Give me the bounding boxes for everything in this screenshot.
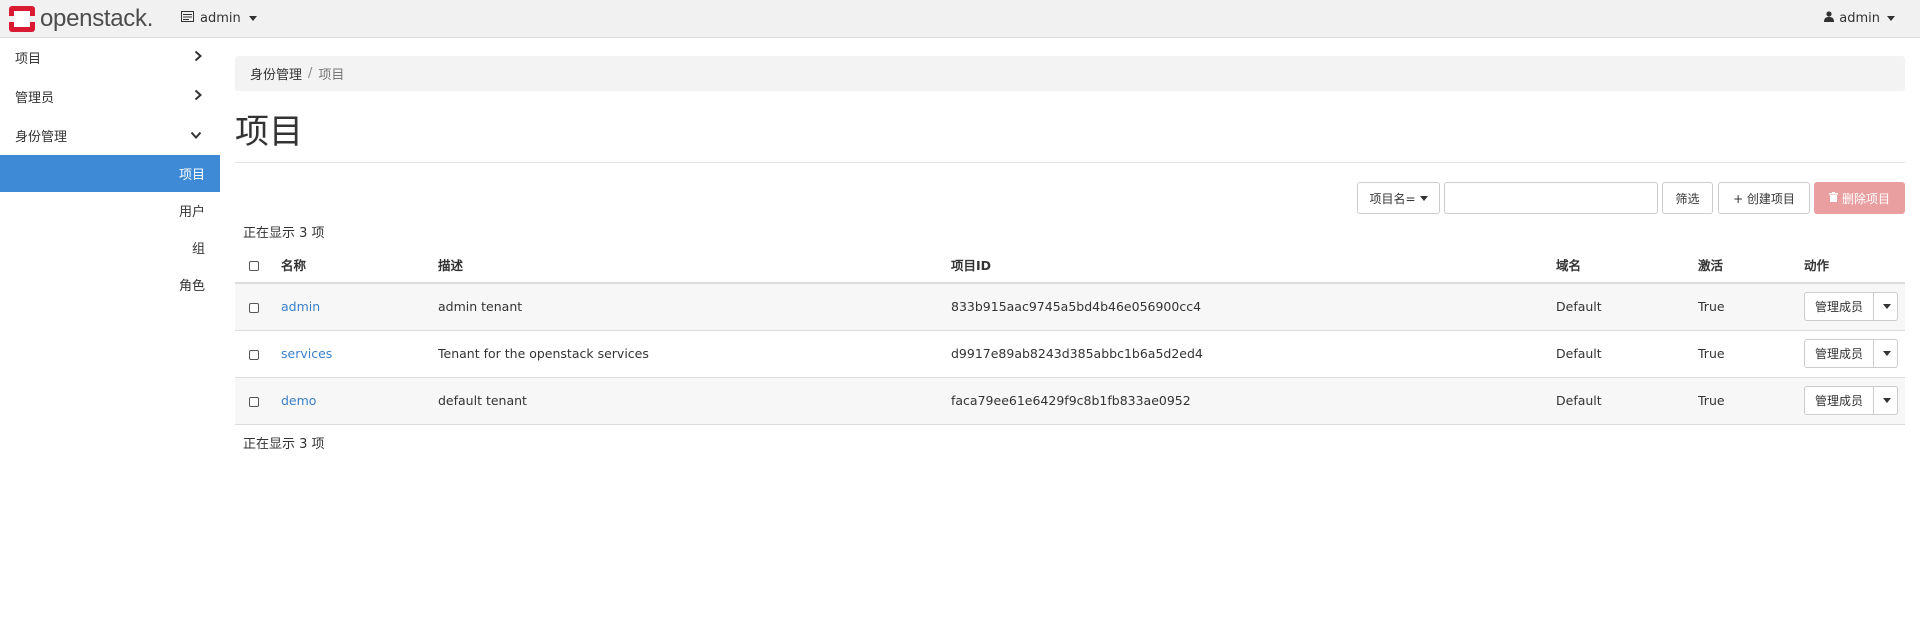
sidebar-item-label: 管理员: [15, 91, 55, 106]
trash-icon: [1828, 191, 1838, 205]
breadcrumb-separator: /: [308, 66, 313, 81]
table-row: admin admin tenant 833b915aac9745a5bd4b4…: [235, 283, 1905, 331]
sidebar-item-admin[interactable]: 管理员: [0, 77, 220, 116]
filter-input[interactable]: [1444, 182, 1658, 214]
chevron-down-icon: [190, 128, 202, 143]
user-menu-label: admin: [1839, 11, 1880, 26]
logo-text: openstack.: [40, 5, 154, 32]
manage-members-button[interactable]: 管理成员: [1804, 339, 1874, 368]
sidebar-subitem-projects[interactable]: 项目: [0, 155, 220, 192]
row-checkbox[interactable]: [249, 396, 259, 407]
header-actions: 动作: [1804, 247, 1905, 284]
openstack-logo[interactable]: openstack.: [9, 5, 154, 32]
chevron-down-icon: [1882, 351, 1891, 356]
sidebar-item-identity[interactable]: 身份管理: [0, 116, 220, 155]
chevron-down-icon: [248, 16, 257, 21]
table-row: services Tenant for the openstack servic…: [235, 330, 1905, 378]
header-project-id[interactable]: 项目ID: [951, 247, 1556, 284]
select-all-checkbox[interactable]: [249, 260, 259, 271]
page-title: 项目: [235, 112, 303, 152]
user-menu[interactable]: admin: [1824, 11, 1895, 26]
project-name-link[interactable]: services: [281, 346, 332, 361]
chevron-right-icon: [194, 50, 202, 66]
project-enabled: True: [1698, 283, 1804, 331]
item-count-top: 正在显示 3 项: [243, 226, 325, 241]
row-checkbox[interactable]: [249, 349, 259, 360]
user-icon: [1824, 11, 1835, 26]
project-selector[interactable]: admin: [181, 11, 257, 26]
project-enabled: True: [1698, 377, 1804, 425]
top-navbar: openstack. admin admin: [0, 0, 1920, 38]
table-header-row: 名称 描述 项目ID 域名 激活 动作: [235, 247, 1905, 284]
project-description: admin tenant: [438, 283, 951, 331]
delete-project-button[interactable]: 删除项目: [1814, 182, 1905, 214]
project-domain: Default: [1556, 377, 1698, 425]
row-actions: 管理成员: [1804, 339, 1905, 368]
projects-table: 名称 描述 项目ID 域名 激活 动作 admin admin tenant 8…: [235, 247, 1905, 425]
project-description: Tenant for the openstack services: [438, 330, 951, 378]
breadcrumb: 身份管理 / 项目: [235, 56, 1905, 91]
project-card-icon: [181, 11, 194, 26]
project-domain: Default: [1556, 330, 1698, 378]
project-name-link[interactable]: demo: [281, 393, 316, 408]
chevron-down-icon: [1419, 195, 1428, 201]
chevron-down-icon: [1887, 16, 1895, 21]
sidebar-subitem-roles[interactable]: 角色: [0, 266, 220, 303]
sidebar-subitem-users[interactable]: 用户: [0, 192, 220, 229]
chevron-down-icon: [1882, 304, 1891, 310]
sidebar: 项目 管理员 身份管理 项目 用户 组 角色: [0, 38, 220, 303]
chevron-right-icon: [194, 89, 202, 105]
sidebar-subitem-groups[interactable]: 组: [0, 229, 220, 266]
openstack-logo-icon: [9, 6, 35, 32]
row-actions-dropdown[interactable]: [1874, 339, 1898, 368]
breadcrumb-current: 项目: [318, 68, 345, 83]
header-domain[interactable]: 域名: [1556, 247, 1698, 284]
delete-project-label: 删除项目: [1841, 191, 1890, 206]
project-id: faca79ee61e6429f9c8b1fb833ae0952: [951, 377, 1556, 425]
create-project-button[interactable]: + 创建项目: [1718, 182, 1810, 214]
manage-members-button[interactable]: 管理成员: [1804, 386, 1874, 415]
sidebar-item-label: 身份管理: [15, 130, 68, 145]
project-id: d9917e89ab8243d385abbc1b6a5d2ed4: [951, 330, 1556, 378]
title-divider: [235, 162, 1905, 163]
header-enabled[interactable]: 激活: [1698, 247, 1804, 284]
project-description: default tenant: [438, 377, 951, 425]
row-actions: 管理成员: [1804, 386, 1905, 415]
filter-field-label: 项目名=: [1369, 191, 1416, 206]
sidebar-item-label: 项目: [15, 52, 42, 67]
breadcrumb-parent[interactable]: 身份管理: [250, 64, 302, 83]
row-actions-dropdown[interactable]: [1874, 292, 1898, 322]
table-row: demo default tenant faca79ee61e6429f9c8b…: [235, 377, 1905, 425]
project-selector-label: admin: [200, 11, 241, 26]
header-description[interactable]: 描述: [438, 247, 951, 284]
filter-field-selector[interactable]: 项目名=: [1357, 182, 1440, 214]
select-all-cell: [235, 247, 281, 284]
project-name-link[interactable]: admin: [281, 299, 320, 314]
row-actions: 管理成员: [1804, 292, 1905, 322]
project-enabled: True: [1698, 330, 1804, 378]
sidebar-item-project[interactable]: 项目: [0, 38, 220, 77]
project-id: 833b915aac9745a5bd4b46e056900cc4: [951, 283, 1556, 331]
project-domain: Default: [1556, 283, 1698, 331]
row-checkbox[interactable]: [249, 302, 259, 313]
manage-members-button[interactable]: 管理成员: [1804, 292, 1874, 322]
item-count-bottom: 正在显示 3 项: [243, 437, 325, 452]
row-actions-dropdown[interactable]: [1874, 386, 1898, 415]
filter-button[interactable]: 筛选: [1662, 182, 1713, 214]
chevron-down-icon: [1882, 398, 1891, 403]
header-name[interactable]: 名称: [281, 247, 438, 284]
